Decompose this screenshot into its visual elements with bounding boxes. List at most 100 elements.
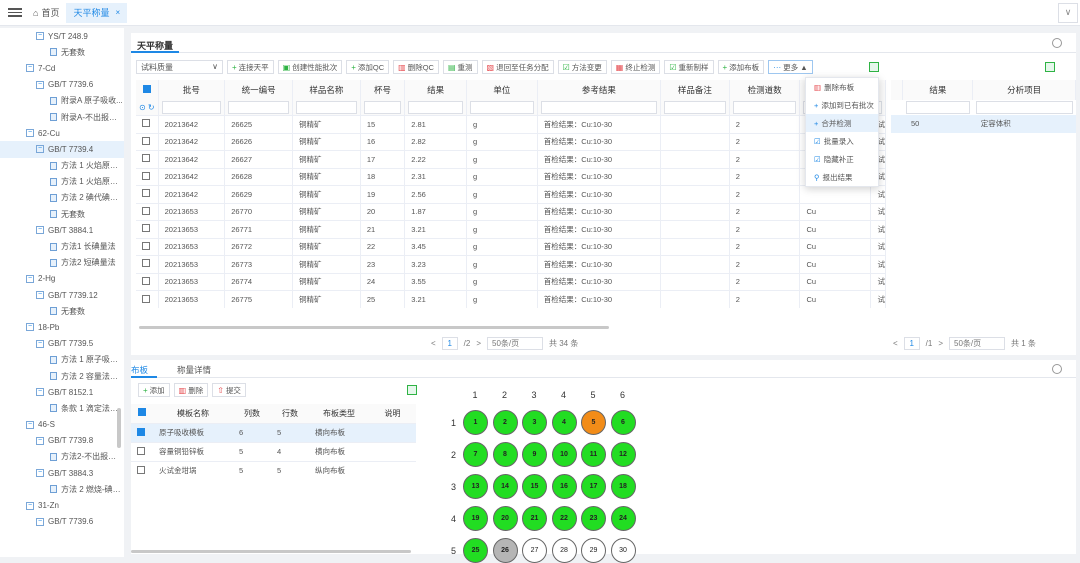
tree-node[interactable]: −7-Cd (0, 60, 124, 76)
plate-well[interactable]: 23 (581, 506, 606, 531)
plate-well[interactable]: 28 (551, 538, 577, 563)
plate-well[interactable]: 29 (581, 538, 606, 563)
column-filter[interactable] (729, 100, 801, 116)
table-row[interactable]: 20213653 26770 铜精矿 20 1.87 g 首检结果：Cu:10-30 2 Cu 试 (136, 202, 886, 221)
table-row[interactable]: 20213642 26627 铜精矿 17 2.22 g 首检结果：Cu:10-30 2 试 (136, 150, 886, 168)
collapse-toggle-icon[interactable]: − (36, 339, 44, 348)
column-filter[interactable] (891, 100, 903, 115)
column-filter[interactable] (360, 100, 406, 116)
column-filter[interactable] (158, 100, 226, 116)
tree-node[interactable]: 附录A 原子吸收... (0, 93, 124, 109)
collapse-toggle-icon[interactable]: − (26, 323, 34, 332)
collapse-toggle-icon[interactable]: − (26, 64, 34, 73)
toolbar-button[interactable]: ▣ 创建性能批次 (277, 60, 343, 74)
tree-node[interactable]: − GB/T 7739.8 (0, 433, 124, 449)
plate-well[interactable]: 10 (551, 442, 577, 467)
row-checkbox[interactable] (136, 220, 159, 238)
table-row[interactable]: 原子吸收模板 6 5 横向布板 (131, 422, 416, 442)
collapse-toggle-icon[interactable]: − (36, 80, 44, 89)
plate-well[interactable]: 13 (463, 474, 488, 499)
tree-node[interactable]: 方法 1 火焰原子... (0, 174, 124, 190)
toolbar-button[interactable]: ☑ 方法变更 (557, 60, 607, 74)
tree-node[interactable]: 方法 2 容量法测... (0, 368, 124, 384)
column-filter[interactable] (224, 100, 293, 116)
row-checkbox[interactable] (136, 150, 159, 168)
plate-well[interactable]: 7 (463, 442, 488, 467)
layout-toolbar-button[interactable]: ⇧ 提交 (212, 383, 246, 397)
tree-node[interactable]: − GB/T 7739.5 (0, 336, 124, 352)
export-icon[interactable] (869, 62, 879, 72)
table-row[interactable]: 容量铜铅锌板 5 4 横向布板 (131, 441, 416, 461)
collapse-toggle-icon[interactable]: − (26, 129, 34, 138)
row-checkbox[interactable] (136, 272, 159, 291)
export-icon[interactable] (407, 385, 417, 395)
tree-node[interactable]: 无套数 (0, 206, 124, 222)
toolbar-button[interactable]: ☑ 重新制样 (664, 60, 714, 74)
tree-node[interactable]: − GB/T 7739.6 (0, 514, 124, 530)
toolbar-button[interactable]: ▤ 重测 (442, 60, 478, 74)
row-checkbox[interactable] (136, 202, 159, 221)
more-menu-item[interactable]: ☑ 批量录入 (806, 132, 878, 150)
collapse-toggle-icon[interactable]: − (36, 388, 44, 397)
toolbar-button[interactable]: + 连接天平 (227, 60, 274, 74)
tab-layout[interactable]: 布板 (131, 364, 148, 376)
plate-well[interactable]: 19 (463, 506, 488, 531)
table-row[interactable]: 20213653 26774 铜精矿 24 3.55 g 首检结果：Cu:10-30 2 Cu 试 (136, 272, 886, 291)
tree-node[interactable]: −2-Hg (0, 271, 124, 287)
tab-weigh-detail[interactable]: 称量详情 (177, 364, 211, 376)
tree-node[interactable]: − YS/T 248.9 (0, 28, 124, 44)
more-menu-item[interactable]: ☑ 隐藏补正 (806, 150, 878, 168)
table-row[interactable]: 20213642 26629 铜精矿 19 2.56 g 首检结果：Cu:10-30 2 试 (136, 185, 886, 203)
tree-node[interactable]: 方法 2 碘代碘量... (0, 190, 124, 206)
tree-node[interactable]: − GB/T 3884.1 (0, 222, 124, 238)
table-row[interactable]: 20213653 26775 铜精矿 25 3.21 g 首检结果：Cu:10-30 2 Cu 试 (136, 290, 886, 308)
quantity-select[interactable]: 试料质量 ∨ (136, 60, 223, 74)
column-filter[interactable] (404, 100, 467, 116)
plate-well[interactable]: 2 (492, 410, 518, 435)
select-all-checkbox[interactable] (131, 404, 153, 423)
export-side-icon[interactable] (1045, 62, 1055, 72)
more-menu-item[interactable]: + 添加到已有批次 (806, 96, 878, 114)
row-checkbox[interactable] (136, 167, 159, 186)
plate-well[interactable]: 21 (522, 506, 547, 531)
close-icon[interactable]: × (115, 8, 120, 17)
plate-well[interactable]: 17 (581, 474, 606, 499)
page-input[interactable]: 1 (903, 337, 920, 350)
collapse-toggle-icon[interactable]: − (36, 517, 44, 526)
plate-well[interactable]: 1 (463, 410, 488, 435)
plate-well[interactable]: 16 (551, 474, 577, 499)
toolbar-button[interactable]: ··· 更多 ▲ (768, 60, 813, 74)
tree-node[interactable]: 方法 1 火焰原子... (0, 158, 124, 174)
refresh-icon[interactable]: ⊙ ↻ (136, 100, 159, 116)
column-filter[interactable] (466, 100, 538, 116)
plate-well[interactable]: 18 (610, 474, 636, 499)
page-size-select[interactable]: 50条/页 (949, 337, 1006, 350)
table-row[interactable]: 火试金坩埚 5 5 纵向布板 (131, 460, 416, 480)
select-all-checkbox[interactable] (136, 80, 159, 100)
row-checkbox[interactable] (136, 132, 159, 151)
row-checkbox[interactable] (136, 115, 159, 133)
plate-well[interactable]: 12 (610, 442, 636, 467)
tree-node[interactable]: 无套数 (0, 303, 124, 319)
row-checkbox[interactable] (136, 290, 159, 308)
page-input[interactable]: 1 (441, 337, 458, 350)
tree-node[interactable]: 方法1 长碘量法 (0, 238, 124, 254)
tree-node[interactable]: 方法2-不出报告 ... (0, 449, 124, 465)
tree-node[interactable]: − GB/T 8152.1 (0, 384, 124, 400)
toolbar-button[interactable]: ▥ 删除QC (393, 60, 439, 74)
plate-well[interactable]: 15 (522, 474, 547, 499)
column-filter[interactable] (292, 100, 361, 116)
table-row[interactable]: 20213653 26771 铜精矿 21 3.21 g 首检结果：Cu:10-30 2 Cu 试 (136, 220, 886, 238)
toolbar-button[interactable]: + 添加布板 (717, 60, 765, 74)
table-row[interactable]: 20213653 26772 铜精矿 22 3.45 g 首检结果：Cu:10-30 2 Cu 试 (136, 237, 886, 256)
plate-well[interactable]: 25 (463, 538, 488, 563)
tab-weighing[interactable]: 天平称量 × (66, 2, 128, 23)
row-checkbox[interactable] (131, 460, 153, 480)
column-filter[interactable] (903, 100, 973, 115)
collapse-icon[interactable] (1052, 364, 1062, 374)
plate-well[interactable]: 8 (492, 442, 518, 467)
collapse-toggle-icon[interactable]: − (26, 420, 34, 429)
prev-page-icon[interactable]: < (431, 339, 436, 348)
table-row[interactable]: 20213642 26628 铜精矿 18 2.31 g 首检结果：Cu:10-30 2 试 (136, 167, 886, 186)
more-menu-item[interactable]: + 合并检测 (806, 114, 878, 132)
